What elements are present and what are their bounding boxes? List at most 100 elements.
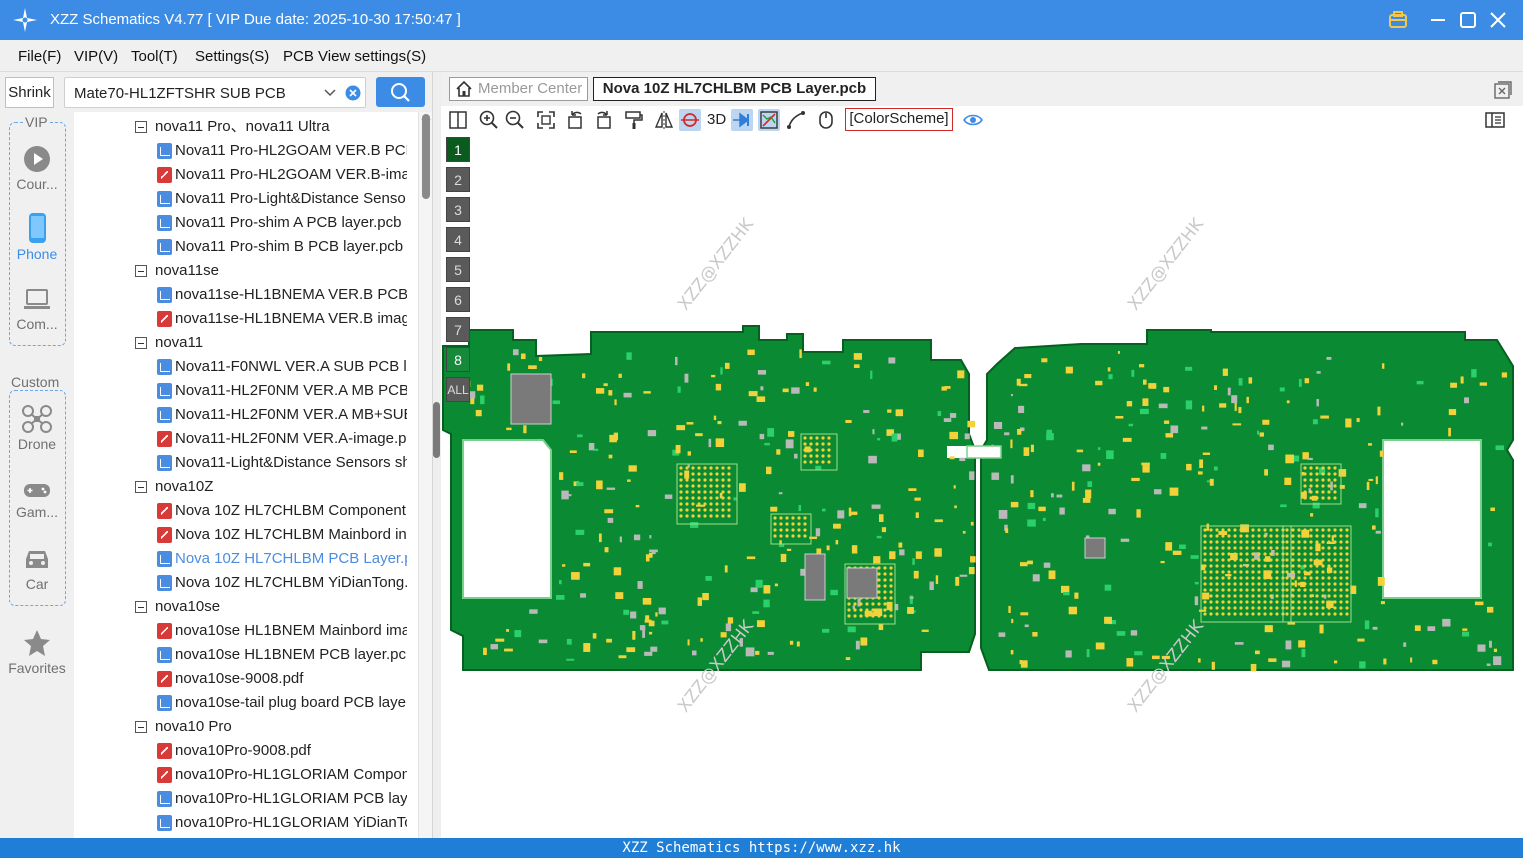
tree-file[interactable]: Nova11-F0NWL VER.A SUB PCB lay — [74, 355, 414, 379]
layer-button-4[interactable]: 4 — [446, 227, 470, 252]
search-input[interactable]: Mate70-HL1ZFTSHR SUB PCB — [64, 77, 366, 108]
net-highlight-icon[interactable] — [679, 109, 701, 131]
collapse-toggle-icon[interactable] — [135, 721, 147, 733]
tree-file[interactable]: Nova11-HL2F0NM VER.A-image.pc — [74, 427, 414, 451]
layer-button-3[interactable]: 3 — [446, 197, 470, 222]
tree-file[interactable]: Nova11 Pro-Light&Distance Senso — [74, 187, 414, 211]
split-view-icon[interactable] — [447, 109, 469, 131]
color-scheme-button[interactable]: [ColorScheme] — [845, 108, 953, 131]
mirror-icon[interactable] — [653, 109, 675, 131]
tree-file[interactable]: Nova11-HL2F0NM VER.A MB PCB l — [74, 379, 414, 403]
custom-group-label: Custom — [10, 374, 61, 390]
tree-folder[interactable]: nova11se — [74, 259, 414, 283]
pin-select-icon[interactable] — [731, 109, 753, 131]
rail-item-computer[interactable]: Com... — [0, 286, 74, 332]
layer-button-1[interactable]: 1 — [446, 137, 470, 162]
rotate-left-icon[interactable] — [565, 109, 587, 131]
pcb-cutout — [462, 439, 552, 599]
rail-item-phone[interactable]: Phone — [0, 212, 74, 262]
tree-file[interactable]: nova10Pro-HL1GLORIAM PCB laye — [74, 787, 414, 811]
clear-circle-icon[interactable] — [345, 85, 361, 101]
tree-file[interactable]: Nova11 Pro-HL2GOAM VER.B-imag — [74, 163, 414, 187]
package-icon[interactable] — [1387, 9, 1409, 31]
maximize-icon[interactable] — [1457, 9, 1479, 31]
menu-settings[interactable]: Settings(S) — [195, 48, 269, 65]
tree-file[interactable]: Nova11 Pro-shim A PCB layer.pcb — [74, 211, 414, 235]
tree-file[interactable]: nova11se-HL1BNEMA VER.B PCB la — [74, 283, 414, 307]
collapse-toggle-icon[interactable] — [135, 337, 147, 349]
panel-toggle-icon[interactable] — [1484, 109, 1506, 131]
tree-folder[interactable]: nova10 Pro — [74, 715, 414, 739]
tree-file[interactable]: nova10se-tail plug board PCB laye — [74, 691, 414, 715]
tree-label: Nova 10Z HL7CHLBM PCB Layer.pc — [175, 550, 407, 567]
tree-file[interactable]: nova10se HL1BNEM Mainbord ima — [74, 619, 414, 643]
tree-file[interactable]: nova11se-HL1BNEMA VER.B image — [74, 307, 414, 331]
tree-scrollbar[interactable] — [418, 112, 432, 838]
tab-member-center[interactable]: Member Center — [449, 77, 588, 101]
zoom-in-icon[interactable] — [478, 109, 500, 131]
mouse-icon[interactable] — [815, 109, 837, 131]
tree-file[interactable]: Nova11 Pro-HL2GOAM VER.B PCB — [74, 139, 414, 163]
layer-button-5[interactable]: 5 — [446, 257, 470, 282]
menu-bar: File(F) VIP(V) Tool(T) Settings(S) PCB V… — [0, 40, 1523, 72]
minimize-icon[interactable] — [1427, 9, 1449, 31]
tree-file[interactable]: Nova 10Z HL7CHLBM Component — [74, 499, 414, 523]
menu-file[interactable]: File(F) — [18, 48, 61, 65]
rotate-right-icon[interactable] — [592, 109, 614, 131]
rail-item-car[interactable]: Car — [0, 546, 74, 592]
pcb-board-render[interactable] — [441, 134, 1523, 838]
layer-button-2[interactable]: 2 — [446, 167, 470, 192]
tree-file[interactable]: nova10Pro-HL1GLORIAM Compon — [74, 763, 414, 787]
menu-vip[interactable]: VIP(V) — [74, 48, 118, 65]
menu-pcb-view-settings[interactable]: PCB View settings(S) — [283, 48, 426, 65]
3d-icon[interactable]: 3D — [707, 111, 726, 128]
close-icon[interactable] — [1487, 9, 1509, 31]
collapse-toggle-icon[interactable] — [135, 121, 147, 133]
shrink-button[interactable]: Shrink — [5, 77, 54, 108]
tab-active-pcb[interactable]: Nova 10Z HL7CHLBM PCB Layer.pcb — [593, 77, 876, 101]
collapse-toggle-icon[interactable] — [135, 481, 147, 493]
tree-folder[interactable]: nova10se — [74, 595, 414, 619]
measure-icon[interactable] — [785, 109, 807, 131]
collapse-toggle-icon[interactable] — [135, 265, 147, 277]
scrollbar-thumb[interactable] — [422, 114, 430, 199]
layer-button-7[interactable]: 7 — [446, 317, 470, 342]
chevron-down-icon[interactable] — [323, 87, 337, 99]
tree-file[interactable]: nova10se HL1BNEM PCB layer.pcb — [74, 643, 414, 667]
search-button[interactable] — [376, 77, 425, 107]
diode-icon[interactable] — [758, 109, 780, 131]
pcb-canvas[interactable]: XZZ@XZZHK XZZ@XZZHK XZZ@XZZHK XZZ@XZZHK … — [441, 134, 1523, 838]
zoom-out-icon[interactable] — [504, 109, 526, 131]
tree-file[interactable]: nova10Pro-HL1GLORIAM YiDianTc — [74, 811, 414, 835]
paint-roller-icon[interactable] — [623, 109, 645, 131]
layer-button-8[interactable]: 8 — [446, 347, 470, 372]
tree-file[interactable]: Nova 10Z HL7CHLBM PCB Layer.pc — [74, 547, 414, 571]
tree-file[interactable]: nova10se-9008.pdf — [74, 667, 414, 691]
layer-button-all[interactable]: ALL — [446, 377, 470, 402]
collapse-toggle-icon[interactable] — [135, 601, 147, 613]
tree-file[interactable]: Nova 10Z HL7CHLBM Mainbord in — [74, 523, 414, 547]
rail-item-games[interactable]: Gam... — [0, 478, 74, 520]
panel-splitter[interactable] — [432, 72, 441, 838]
close-all-tabs-icon[interactable] — [1493, 80, 1513, 100]
tree-file[interactable]: Nova11 Pro-shim B PCB layer.pcb — [74, 235, 414, 259]
rail-item-favorites[interactable]: Favorites — [0, 628, 74, 676]
fit-view-icon[interactable] — [535, 109, 557, 131]
tree-folder[interactable]: nova11 Pro、nova11 Ultra — [74, 115, 414, 139]
tree-folder[interactable]: nova11 — [74, 331, 414, 355]
splitter-grip[interactable] — [433, 402, 440, 458]
menu-tool[interactable]: Tool(T) — [131, 48, 178, 65]
tree-file[interactable]: nova10Pro-9008.pdf — [74, 739, 414, 763]
pcb-toolbar: 3D [ColorScheme] — [441, 106, 1523, 134]
tree-label: nova10Z — [155, 478, 214, 495]
star-icon — [24, 630, 50, 656]
rail-item-label: Car — [25, 576, 49, 592]
tree-file[interactable]: Nova 10Z HL7CHLBM YiDianTong. — [74, 571, 414, 595]
tree-file[interactable]: Nova11-Light&Distance Sensors sh — [74, 451, 414, 475]
tree-file[interactable]: Nova11-HL2F0NM VER.A MB+SUB — [74, 403, 414, 427]
tree-folder[interactable]: nova10Z — [74, 475, 414, 499]
rail-item-drone[interactable]: Drone — [0, 404, 74, 452]
eye-icon[interactable] — [962, 109, 984, 131]
layer-button-6[interactable]: 6 — [446, 287, 470, 312]
rail-item-courses[interactable]: Cour... — [0, 144, 74, 192]
